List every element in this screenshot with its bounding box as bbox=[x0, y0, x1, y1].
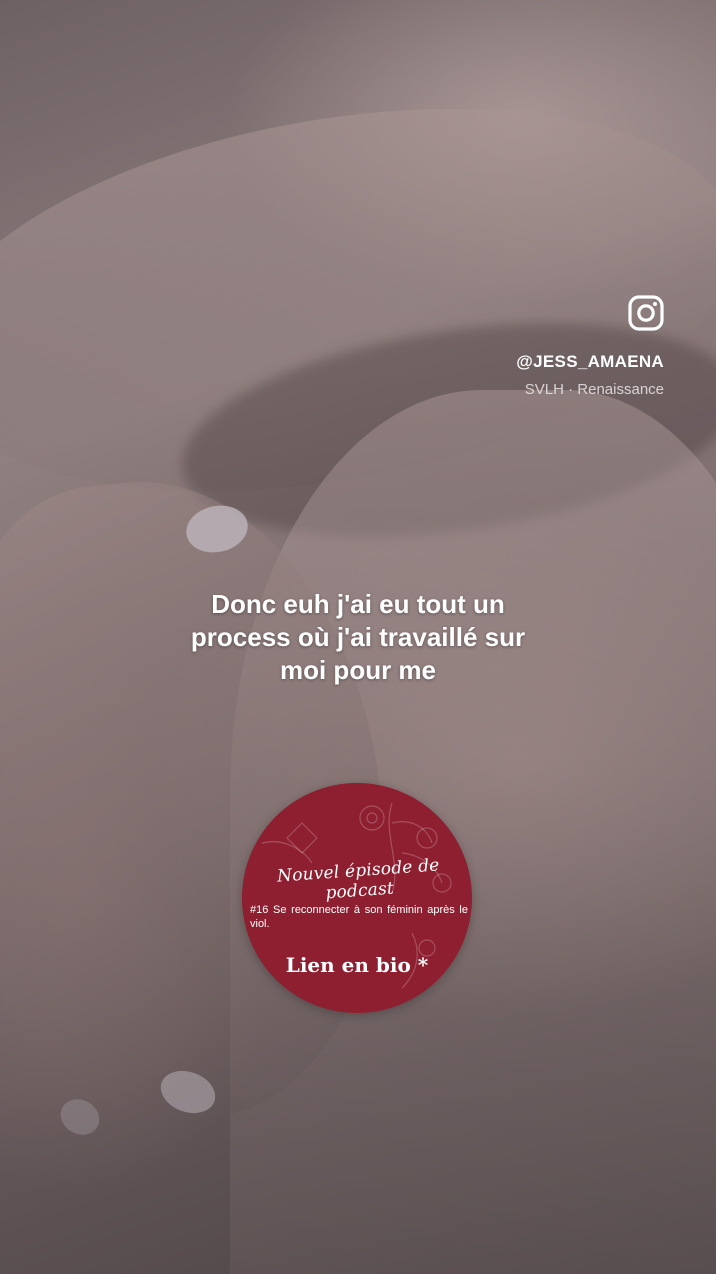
background-photo-detail bbox=[181, 500, 253, 558]
account-handle[interactable]: @JESS_AMAENA bbox=[516, 352, 664, 372]
audio-label[interactable]: SVLH · Renaissance bbox=[525, 381, 664, 398]
episode-description: #16 Se reconnecter à son féminin après l… bbox=[250, 904, 468, 930]
link-in-bio-label[interactable]: Lien en bio * bbox=[242, 953, 472, 977]
background-photo-arm bbox=[0, 51, 716, 549]
podcast-sticker[interactable]: Nouvel épisode de podcast #16 Se reconne… bbox=[242, 783, 472, 1013]
background-photo-detail bbox=[154, 1063, 222, 1121]
caption-line: Donc euh j'ai eu tout un bbox=[211, 589, 505, 619]
caption-line: moi pour me bbox=[279, 655, 436, 685]
background-photo-shadow bbox=[168, 292, 716, 568]
story-frame: @JESS_AMAENA SVLH · Renaissance Donc euh… bbox=[0, 0, 716, 1274]
caption-line: process où j'ai travaillé sur bbox=[190, 622, 526, 652]
subtitle-caption: Donc euh j'ai eu tout un process où j'ai… bbox=[120, 588, 596, 687]
background-photo-detail bbox=[54, 1092, 106, 1142]
instagram-icon[interactable] bbox=[628, 295, 664, 331]
